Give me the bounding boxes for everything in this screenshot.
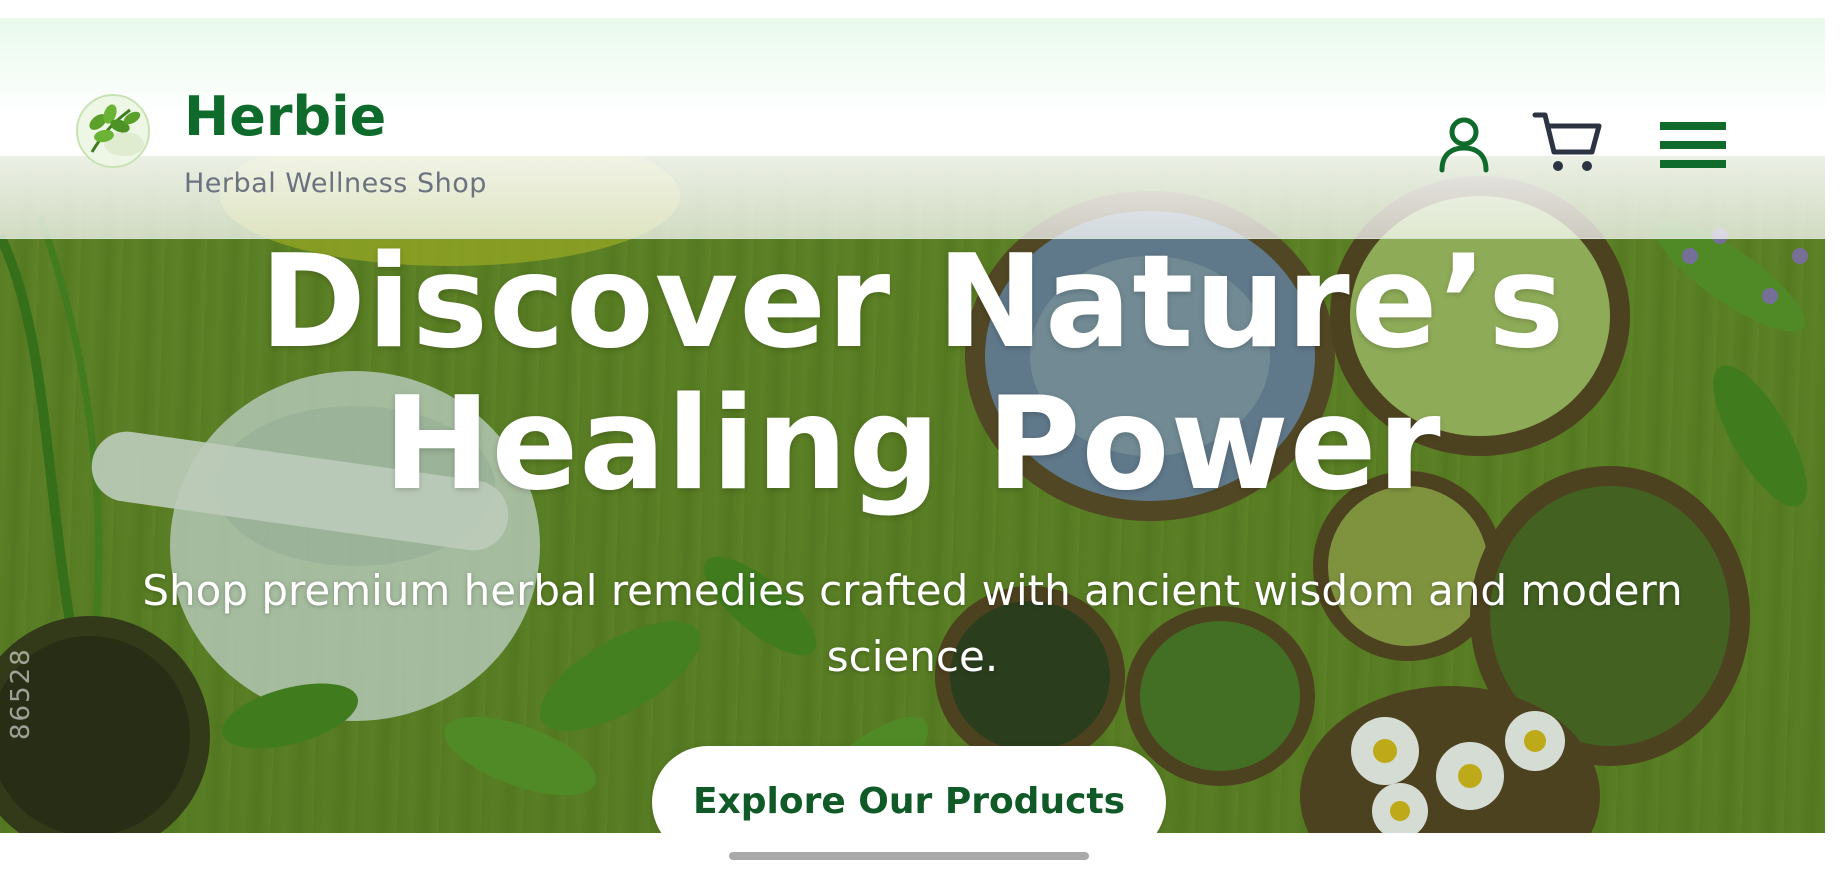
hero-title-line-2: Healing Power [383, 370, 1442, 519]
hamburger-menu-icon[interactable] [1660, 120, 1726, 170]
shopping-cart-icon[interactable] [1532, 110, 1602, 176]
hero-title: Discover Nature’s Healing Power [0, 232, 1825, 516]
user-account-icon[interactable] [1438, 116, 1490, 174]
hero-title-line-1: Discover Nature’s [259, 228, 1566, 377]
brand-name[interactable]: Herbie [184, 90, 386, 144]
hero-subtitle-line-1: Shop premium herbal remedies crafted wit… [142, 566, 1683, 615]
status-bar-area [0, 0, 1846, 18]
brand-logo[interactable] [74, 92, 152, 170]
site-header: Herbie Herbal Wellness Shop [0, 18, 1825, 239]
herb-leaves-logo-icon [76, 94, 150, 168]
brand-tagline: Herbal Wellness Shop [184, 168, 487, 199]
home-indicator-bar[interactable] [729, 852, 1089, 860]
hero-subtitle: Shop premium herbal remedies crafted wit… [20, 558, 1805, 690]
image-watermark: 86528 [6, 647, 36, 740]
app-screen: Herbie Herbal Wellness Shop Discover Nat… [0, 0, 1846, 878]
hero-subtitle-line-2: science. [826, 632, 999, 681]
